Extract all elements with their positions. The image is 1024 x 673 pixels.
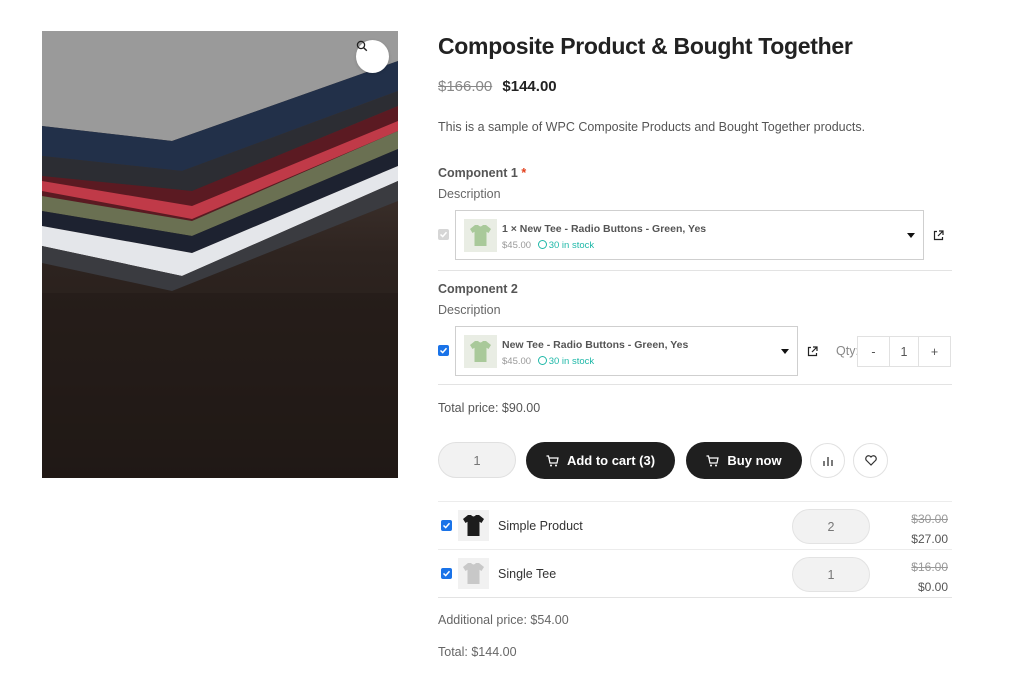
heart-icon: [864, 455, 877, 466]
component-checkbox[interactable]: [438, 229, 449, 240]
tshirt-icon: [463, 515, 484, 536]
product-image[interactable]: [42, 31, 398, 478]
component-select[interactable]: New Tee - Radio Buttons - Green, Yes $45…: [455, 326, 798, 376]
item-price: $16.00 $0.00: [911, 557, 948, 597]
sale-price: $144.00: [502, 78, 557, 95]
buy-now-button[interactable]: Buy now: [686, 442, 802, 479]
component-title: Component 2: [438, 282, 518, 296]
cart-qty-input[interactable]: 1: [438, 442, 516, 478]
tshirt-icon: [470, 225, 491, 246]
item-price: $30.00 $27.00: [911, 509, 948, 549]
component-title: Component 1: [438, 166, 518, 180]
qty-label: Qty:: [836, 344, 859, 358]
wishlist-button[interactable]: [853, 443, 888, 478]
component-1: Component 1 * Description 1 × New Tee - …: [438, 165, 952, 262]
quantity-stepper: - 1 +: [857, 336, 951, 367]
product-thumbnail: [464, 335, 497, 368]
item-sale-price: $27.00: [911, 532, 948, 546]
item-sale-price: $0.00: [917, 580, 948, 594]
product-title: Composite Product & Bought Together: [438, 33, 853, 59]
component-checkbox[interactable]: [438, 345, 449, 356]
add-to-cart-button[interactable]: Add to cart (3): [526, 442, 675, 479]
product-summary: Composite Product & Bought Together $166…: [438, 31, 952, 673]
item-checkbox[interactable]: [441, 568, 452, 579]
component-description: Description: [438, 303, 501, 317]
qty-minus-button[interactable]: -: [858, 337, 889, 366]
component-description: Description: [438, 187, 501, 201]
list-item: Single Tee 1 $16.00 $0.00: [438, 549, 952, 597]
folded-shirts-photo: [42, 31, 398, 478]
product-thumbnail: [458, 510, 489, 541]
regular-price: $166.00: [438, 78, 493, 95]
components-total-price: Total price: $90.00: [438, 401, 541, 415]
divider: [438, 270, 952, 271]
check-icon: [442, 570, 451, 577]
product-thumbnail: [464, 219, 497, 252]
stock-icon: [537, 240, 547, 249]
item-name[interactable]: Simple Product: [498, 519, 583, 533]
qty-input[interactable]: 1: [889, 337, 919, 366]
check-icon: [442, 522, 451, 529]
bought-together-list: Simple Product 2 $30.00 $27.00 Single Te…: [438, 501, 952, 598]
item-checkbox[interactable]: [441, 520, 452, 531]
bar-chart-icon: [822, 456, 833, 466]
add-to-cart-row: 1 Add to cart (3) Buy now: [438, 442, 952, 480]
cart-icon: [546, 454, 559, 466]
component-2: Component 2 Description New Tee - Radio …: [438, 281, 952, 378]
magnifier-icon: [356, 40, 368, 52]
zoom-button[interactable]: [356, 40, 389, 73]
check-icon: [439, 231, 448, 238]
required-mark: *: [521, 166, 527, 180]
component-select[interactable]: 1 × New Tee - Radio Buttons - Green, Yes…: [455, 210, 924, 260]
option-price: $45.00: [502, 356, 532, 367]
qty-plus-button[interactable]: +: [919, 337, 950, 366]
tshirt-icon: [463, 563, 484, 584]
stock-status: 30 in stock: [537, 240, 594, 251]
chevron-down-icon: [907, 233, 915, 238]
chevron-down-icon: [781, 349, 789, 354]
item-name[interactable]: Single Tee: [498, 567, 556, 581]
item-regular-price: $16.00: [911, 560, 948, 574]
check-icon: [439, 347, 448, 354]
option-name: 1 × New Tee - Radio Buttons - Green, Yes: [502, 223, 707, 235]
tshirt-icon: [470, 341, 491, 362]
grand-total: Total: $144.00: [438, 645, 517, 659]
product-thumbnail: [458, 558, 489, 589]
compare-button[interactable]: [810, 443, 845, 478]
list-item: Simple Product 2 $30.00 $27.00: [438, 501, 952, 549]
option-price: $45.00: [502, 240, 532, 251]
item-regular-price: $30.00: [911, 512, 948, 526]
item-qty-input[interactable]: 1: [792, 557, 870, 592]
short-description: This is a sample of WPC Composite Produc…: [438, 120, 866, 134]
item-qty-input[interactable]: 2: [792, 509, 870, 544]
stock-status: 30 in stock: [537, 356, 594, 367]
product-price: $166.00 $144.00: [438, 77, 952, 97]
external-link-icon[interactable]: [807, 346, 818, 357]
option-name: New Tee - Radio Buttons - Green, Yes: [502, 339, 689, 351]
additional-price: Additional price: $54.00: [438, 613, 569, 627]
divider: [438, 384, 952, 385]
stock-icon: [537, 356, 547, 365]
external-link-icon[interactable]: [933, 230, 944, 241]
divider: [438, 597, 952, 598]
cart-icon: [706, 454, 720, 466]
